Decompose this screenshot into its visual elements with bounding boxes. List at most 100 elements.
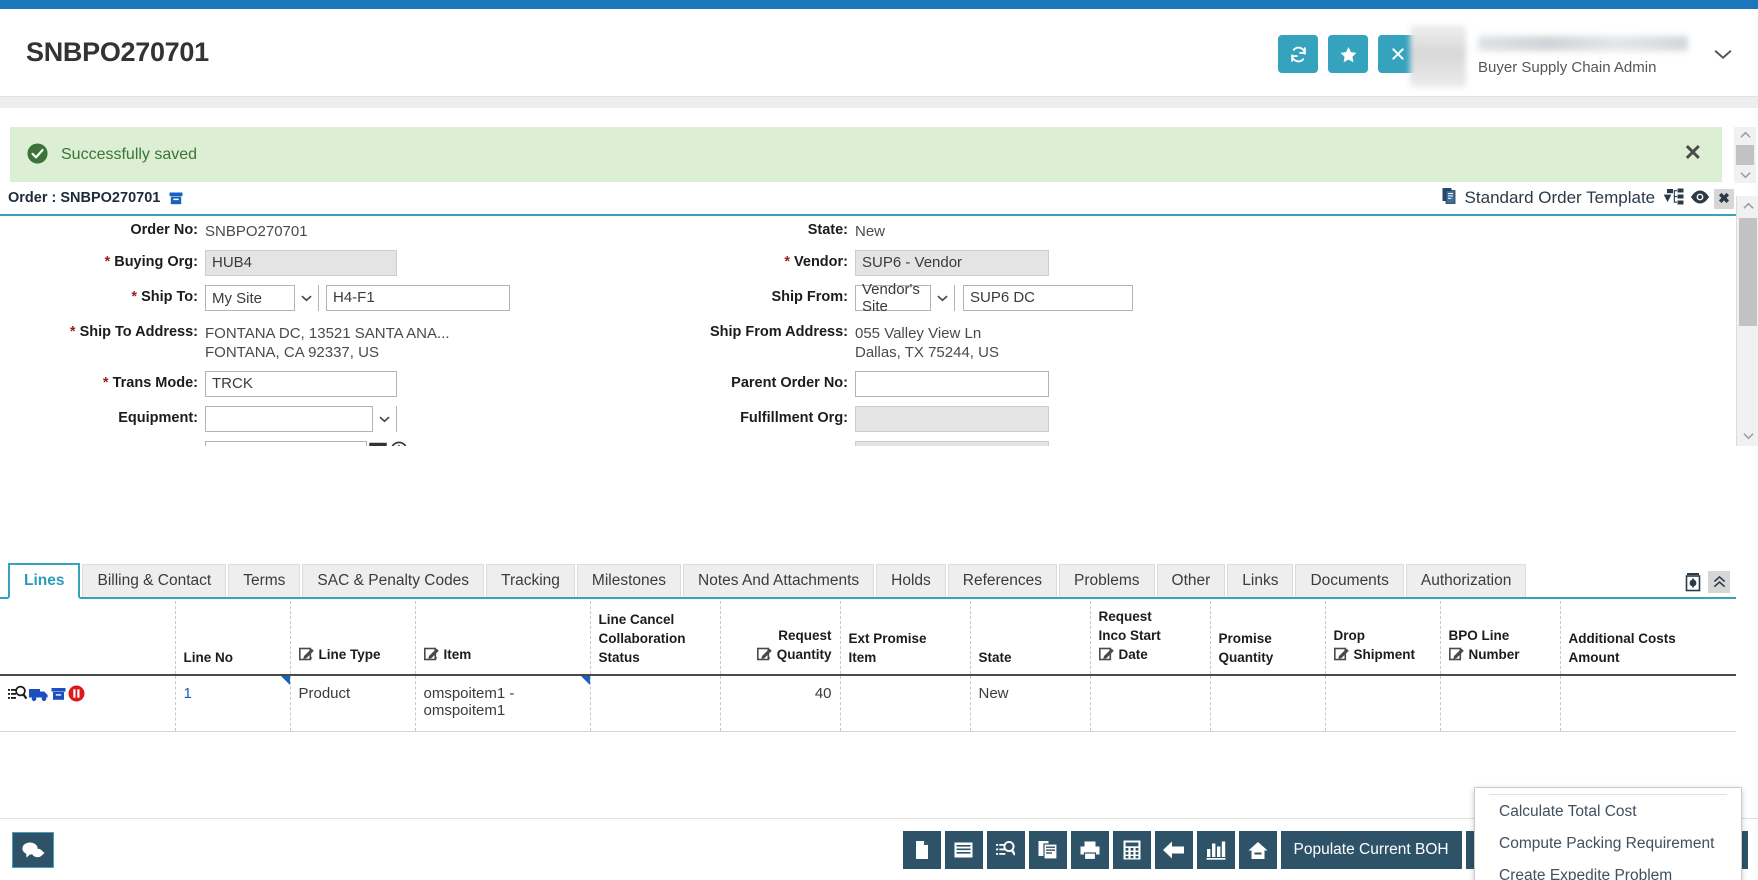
tab-milestones[interactable]: Milestones	[576, 564, 682, 597]
column-header-request-inco-start-date[interactable]: Request Inco Start Date	[1090, 601, 1211, 676]
tab-problems[interactable]: Problems	[1059, 564, 1155, 597]
grid-settings-icon[interactable]	[1682, 571, 1704, 593]
column-header-ext-promise-item[interactable]: Ext Promise Item	[840, 601, 971, 676]
user-profile[interactable]: Buyer Supply Chain Admin	[1410, 25, 1688, 87]
chevron-down-icon[interactable]	[930, 285, 954, 311]
favorite-button[interactable]	[1328, 35, 1368, 73]
home-button[interactable]	[1238, 831, 1277, 869]
form-scroll-down-icon[interactable]	[1737, 426, 1758, 446]
order-subheader: Order : SNBPO270701 Standard Order Templ…	[0, 188, 1736, 216]
hierarchy-icon[interactable]	[1667, 188, 1686, 209]
tab-authorization[interactable]: Authorization	[1405, 564, 1527, 597]
calculator-button[interactable]	[1112, 831, 1151, 869]
cell-line-cancel-collaboration-status[interactable]	[590, 675, 721, 732]
calendar-icon[interactable]	[369, 441, 387, 446]
menu-item-create-expedite-problem[interactable]: Create Expedite Problem	[1475, 860, 1741, 880]
cell-ext-promise-item[interactable]	[840, 675, 971, 732]
column-header-line-cancel-collaboration-status[interactable]: Line Cancel Collaboration Status	[590, 601, 721, 676]
archive-box-icon[interactable]	[169, 192, 183, 209]
chart-button[interactable]	[1196, 831, 1235, 869]
tab-sac-penalty-codes[interactable]: SAC & Penalty Codes	[302, 564, 485, 597]
populate-current-boh-button[interactable]: Populate Current BOH	[1280, 831, 1462, 869]
banner-scroll-down-icon[interactable]	[1734, 167, 1756, 183]
tab-bar-tools	[1682, 571, 1730, 593]
copy-button[interactable]	[902, 831, 941, 869]
column-header-line-type[interactable]: * Line Type	[290, 601, 416, 676]
ship-from-input[interactable]: SUP6 DC	[963, 285, 1133, 311]
equipment-select[interactable]	[205, 406, 397, 432]
duplicate-button[interactable]	[1028, 831, 1067, 869]
banner-scroll-up-icon[interactable]	[1734, 127, 1756, 143]
tab-lines[interactable]: Lines	[8, 563, 81, 599]
tab-documents[interactable]: Documents	[1295, 564, 1404, 597]
eye-icon[interactable]	[1690, 189, 1710, 208]
hold-icon[interactable]	[68, 685, 85, 706]
address-line-2: Dallas, TX 75244, US	[855, 344, 999, 361]
column-header-additional-costs-amount[interactable]: Additional Costs Amount	[1560, 601, 1736, 676]
form-scrollbar[interactable]	[1736, 196, 1758, 446]
box-icon[interactable]	[51, 687, 66, 705]
column-header-item[interactable]: * Item	[415, 601, 591, 676]
page-title: SNBPO270701	[26, 37, 209, 67]
cell-state[interactable]: New	[970, 675, 1091, 732]
menu-item-compute-packing-requirement[interactable]: Compute Packing Requirement	[1475, 828, 1741, 860]
form-scroll-thumb[interactable]	[1739, 218, 1757, 326]
ship-to-type-select[interactable]: My Site	[205, 285, 319, 311]
tab-billing-contact[interactable]: Billing & Contact	[82, 564, 227, 597]
ship-from-type-select[interactable]: Vendor's Site	[855, 281, 955, 315]
print-button[interactable]	[1070, 831, 1109, 869]
vendor-input[interactable]: SUP6 - Vendor	[855, 250, 1049, 276]
details-icon[interactable]	[8, 685, 28, 706]
chat-button[interactable]	[12, 832, 54, 868]
truck-icon[interactable]	[29, 686, 49, 706]
cell-line-type[interactable]: Product	[290, 675, 416, 732]
banner-scrollbar[interactable]	[1734, 127, 1756, 183]
cell-request-quantity[interactable]: 40	[720, 675, 841, 732]
cell-bpo-line-number[interactable]	[1440, 675, 1561, 732]
ship-to-input[interactable]: H4-F1	[326, 285, 510, 311]
column-header-request-quantity[interactable]: Request * Quantity	[720, 601, 841, 676]
buying-org-input[interactable]: HUB4	[205, 250, 397, 276]
refresh-button[interactable]	[1278, 35, 1318, 73]
order-template-selector[interactable]: Standard Order Template ▼	[1442, 187, 1674, 208]
cell-request-inco-start-date[interactable]	[1090, 675, 1211, 732]
cell-drop-shipment[interactable]	[1325, 675, 1441, 732]
tab-holds[interactable]: Holds	[876, 564, 946, 597]
column-header-line-no[interactable]: Line No	[175, 601, 291, 676]
table-row[interactable]: 1 Product omspoitem1 - omspoitem1 40 New	[0, 675, 1736, 732]
form-scroll-up-icon[interactable]	[1737, 196, 1758, 216]
cell-promise-quantity[interactable]	[1210, 675, 1326, 732]
list-view-button[interactable]	[944, 831, 983, 869]
tab-tracking[interactable]: Tracking	[486, 564, 575, 597]
chevron-down-icon[interactable]	[1706, 39, 1740, 69]
line-no-link[interactable]: 1	[184, 685, 192, 702]
cell-additional-costs-amount[interactable]	[1560, 675, 1736, 732]
seller-agents-input[interactable]	[855, 441, 1049, 446]
audit-button[interactable]	[986, 831, 1025, 869]
fulfillment-org-input[interactable]	[855, 406, 1049, 432]
tab-notes-and-attachments[interactable]: Notes And Attachments	[683, 564, 875, 597]
tab-other[interactable]: Other	[1156, 564, 1226, 597]
tab-links[interactable]: Links	[1227, 564, 1294, 597]
close-panel-icon[interactable]: ✖	[1714, 188, 1734, 209]
column-header-drop-shipment[interactable]: Drop Shipment	[1325, 601, 1441, 676]
column-header-promise-quantity[interactable]: Promise Quantity	[1210, 601, 1326, 676]
tab-terms[interactable]: Terms	[228, 564, 301, 597]
parent-order-no-input[interactable]	[855, 371, 1049, 397]
column-header-bpo-line-number[interactable]: BPO Line Number	[1440, 601, 1561, 676]
chevron-down-icon[interactable]	[372, 406, 396, 432]
request-delivery-date-input[interactable]: Jul 30, 2020 6:30 AM ED	[205, 441, 367, 446]
column-header-row-icons[interactable]	[0, 601, 176, 676]
cell-line-no[interactable]: 1	[175, 675, 291, 732]
menu-item-calculate-total-cost[interactable]: Calculate Total Cost	[1475, 796, 1741, 828]
clock-icon[interactable]	[390, 441, 408, 446]
banner-scroll-thumb[interactable]	[1736, 145, 1754, 165]
cell-item[interactable]: omspoitem1 - omspoitem1	[415, 675, 591, 732]
column-header-state[interactable]: State	[970, 601, 1091, 676]
collapse-up-icon[interactable]	[1708, 571, 1730, 593]
banner-close-icon[interactable]: ✕	[1684, 142, 1702, 164]
back-button[interactable]	[1154, 831, 1193, 869]
chevron-down-icon[interactable]	[294, 285, 318, 311]
trans-mode-input[interactable]: TRCK	[205, 371, 397, 397]
tab-references[interactable]: References	[947, 564, 1058, 597]
